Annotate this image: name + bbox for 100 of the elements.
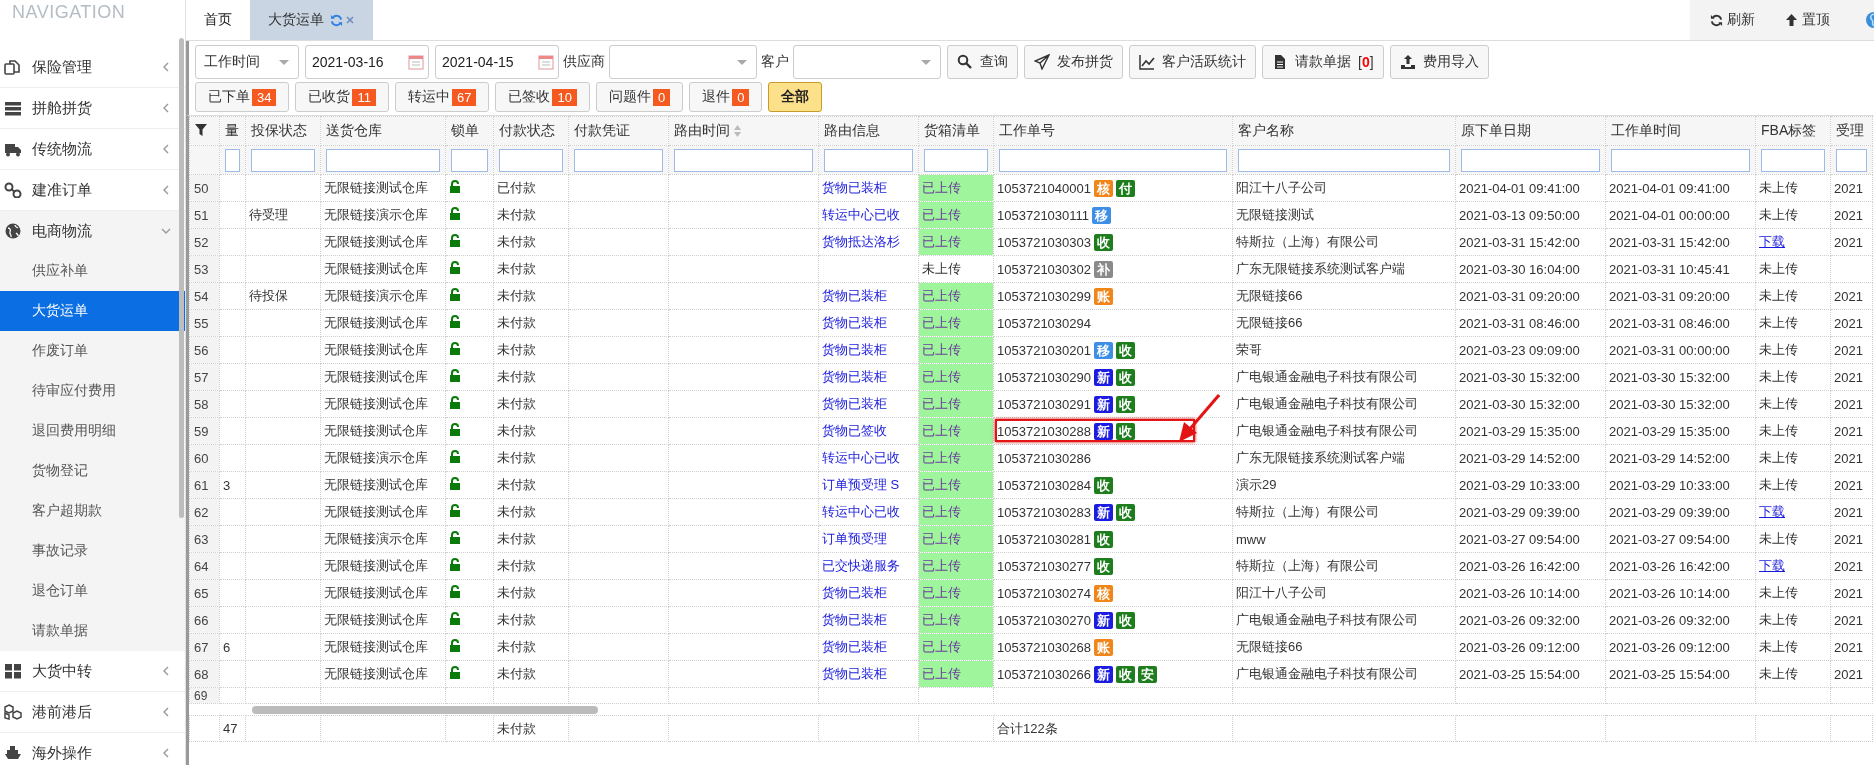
submenu-item[interactable]: 退回费用明细 — [0, 411, 185, 451]
column-header[interactable]: 送货仓库 — [320, 116, 446, 146]
column-header[interactable]: 工作单号 — [993, 116, 1233, 146]
column-header[interactable]: 原下单日期 — [1455, 116, 1606, 146]
column-header[interactable]: 路由信息 — [818, 116, 919, 146]
work-order-number: 1053721030294 — [997, 315, 1091, 331]
truck-icon — [4, 141, 22, 157]
sort-icon[interactable] — [733, 124, 742, 138]
column-header[interactable]: 付款凭证 — [568, 116, 669, 146]
status-filter-button[interactable]: 问题件 0 — [595, 82, 684, 112]
filter-field[interactable] — [999, 148, 1227, 172]
calendar-icon — [408, 54, 424, 70]
toolbar-link[interactable]: 置顶 — [1785, 11, 1830, 29]
work-order-number: 1053721030299 — [997, 288, 1091, 304]
status-tag: 收 — [1116, 368, 1135, 386]
menu-group[interactable]: 海外操作 — [0, 733, 185, 765]
row-number: 67 — [189, 633, 220, 661]
table-cell: 未付款 — [493, 336, 569, 364]
filter-field[interactable] — [924, 148, 988, 172]
table-cell: 广电银通金融电子科技有限公司 — [1232, 363, 1456, 391]
filter-field[interactable] — [251, 148, 315, 172]
status-tag: 收 — [1116, 341, 1135, 359]
toolbar-link[interactable]: 刷新 — [1710, 11, 1755, 29]
table-cell: 无限链接测试仓库 — [320, 633, 446, 661]
column-header[interactable]: 货箱清单 — [918, 116, 994, 146]
count-badge: 0 — [652, 88, 671, 106]
submenu-item[interactable]: 客户超期款 — [0, 491, 185, 531]
work-order-number: 1053721030266 — [997, 666, 1091, 682]
filter-field[interactable] — [1238, 148, 1450, 172]
filter-field[interactable] — [1461, 148, 1600, 172]
menu-group[interactable]: 大货中转 — [0, 651, 185, 692]
status-filter-button[interactable]: 全部 — [768, 82, 823, 112]
filter-field[interactable] — [225, 148, 240, 172]
status-tag: 新 — [1094, 395, 1113, 413]
column-header[interactable]: 工作单时间 — [1605, 116, 1756, 146]
submenu-item[interactable]: 事故记录 — [0, 531, 185, 571]
calendar-icon — [538, 54, 554, 70]
refresh-icon[interactable] — [330, 13, 343, 27]
status-filter-button[interactable]: 转运中 67 — [394, 82, 490, 112]
download-link[interactable]: 下载 — [1759, 234, 1785, 249]
toolbar-button[interactable]: 费用导入 — [1389, 45, 1489, 79]
submenu-item[interactable]: 退仓订单 — [0, 571, 185, 611]
caret-down-icon — [920, 58, 932, 66]
status-filter-button[interactable]: 已收货 11 — [295, 82, 389, 112]
column-header[interactable]: 锁单 — [445, 116, 494, 146]
grid-icon — [4, 663, 22, 679]
filter-field[interactable] — [574, 148, 663, 172]
toolbar-button[interactable]: 发布拼货 — [1024, 45, 1123, 79]
filter-field[interactable] — [1836, 148, 1867, 172]
scrollbar-thumb[interactable] — [251, 705, 598, 714]
dropdown-field[interactable] — [609, 45, 757, 79]
date-field[interactable]: 2021-04-15 — [435, 45, 559, 79]
submenu-item[interactable]: 待审应付费用 — [0, 371, 185, 411]
submenu-item[interactable]: 作废订单 — [0, 331, 185, 371]
upload-status-cell: 未上传 — [918, 255, 994, 283]
column-header[interactable]: 付款状态 — [493, 116, 569, 146]
table-cell: 无限链接演示仓库 — [320, 282, 446, 310]
column-header[interactable]: 投保状态 — [245, 116, 321, 146]
table-cell: 2021-03-13 09:50:00 — [1455, 201, 1606, 229]
status-tag: 新 — [1094, 665, 1113, 683]
column-header[interactable]: FBA标签 — [1755, 116, 1831, 146]
boxes-icon — [4, 704, 22, 720]
scrollbar-thumb[interactable] — [179, 38, 184, 518]
close-icon[interactable] — [345, 15, 355, 25]
date-field[interactable]: 2021-03-16 — [305, 45, 429, 79]
download-link[interactable]: 下载 — [1759, 504, 1785, 519]
table-cell: 未付款 — [493, 363, 569, 391]
column-header[interactable]: 受理 — [1830, 116, 1873, 146]
toolbar-button[interactable]: 客户活跃统计 — [1129, 45, 1256, 79]
filter-field[interactable] — [1761, 148, 1825, 172]
table-cell: 未上传 — [1755, 633, 1831, 661]
table-cell: 2021-03-31 00:00:00 — [1605, 336, 1756, 364]
status-filter-button[interactable]: 已签收 10 — [495, 82, 590, 112]
column-header[interactable]: 客户名称 — [1232, 116, 1456, 146]
filter-field[interactable] — [451, 148, 488, 172]
filter-field[interactable] — [1611, 148, 1750, 172]
status-filter-button[interactable]: 退件 0 — [689, 82, 763, 112]
toolbar-button[interactable]: 查询 — [947, 45, 1018, 79]
time-field-dropdown[interactable]: 工作时间 — [195, 45, 299, 79]
toolbar-button[interactable]: 请款单据 [0] — [1262, 45, 1384, 79]
table-cell: 2021-03-31 15:42:00 — [1455, 228, 1606, 256]
table-cell: 2021-03-30 15:32:00 — [1455, 390, 1606, 418]
filter-field[interactable] — [326, 148, 440, 172]
submenu-item[interactable]: 供应补单 — [0, 251, 185, 291]
filter-field[interactable] — [499, 148, 563, 172]
table-cell: 未付款 — [493, 309, 569, 337]
submenu-item[interactable]: 货物登记 — [0, 451, 185, 491]
table-cell: 2021 — [1830, 444, 1873, 472]
status-filter-button[interactable]: 已下单 34 — [195, 82, 290, 112]
submenu-item[interactable]: 请款单据 — [0, 611, 185, 651]
menu-group[interactable]: 电商物流 — [0, 211, 185, 251]
page-tab[interactable]: 大货运单 — [250, 0, 373, 40]
submenu-item[interactable]: 大货运单 — [0, 291, 185, 331]
table-cell: mww — [1232, 525, 1456, 553]
filter-field[interactable] — [824, 148, 913, 172]
filter-field[interactable] — [674, 148, 813, 172]
dropdown-field[interactable] — [793, 45, 941, 79]
column-header[interactable]: 量 — [219, 116, 246, 146]
download-link[interactable]: 下载 — [1759, 558, 1785, 573]
menu-group[interactable]: 港前港后 — [0, 692, 185, 733]
